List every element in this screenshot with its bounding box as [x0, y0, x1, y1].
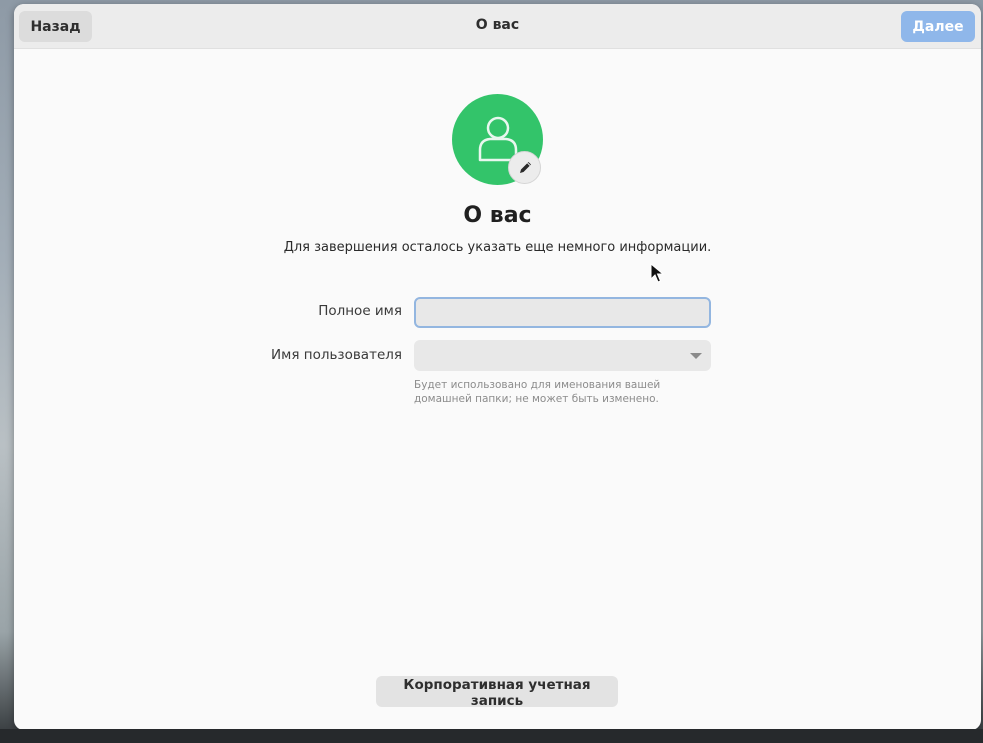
chevron-down-icon[interactable]	[680, 340, 711, 371]
page-title: О вас	[463, 203, 532, 228]
next-button[interactable]: Далее	[901, 11, 975, 42]
enterprise-login-button[interactable]: Корпоративная учетная запись	[376, 676, 618, 709]
username-hint: Будет использовано для именования вашей …	[414, 379, 661, 405]
pencil-icon	[520, 162, 531, 173]
page-subtitle: Для завершения осталось указать еще немн…	[283, 240, 712, 255]
mouse-cursor-icon	[650, 263, 664, 283]
fullname-label: Полное имя	[318, 303, 402, 319]
desktop-bottom-strip	[0, 729, 983, 743]
username-combobox[interactable]	[414, 340, 711, 371]
header-title: О вас	[475, 17, 520, 33]
setup-window: Назад О вас Далее О вас Для завершения о…	[14, 4, 981, 730]
username-label: Имя пользователя	[271, 347, 402, 363]
header-bar: Назад О вас Далее	[14, 4, 981, 49]
fullname-input[interactable]	[414, 297, 711, 328]
edit-avatar-button[interactable]	[508, 151, 541, 184]
